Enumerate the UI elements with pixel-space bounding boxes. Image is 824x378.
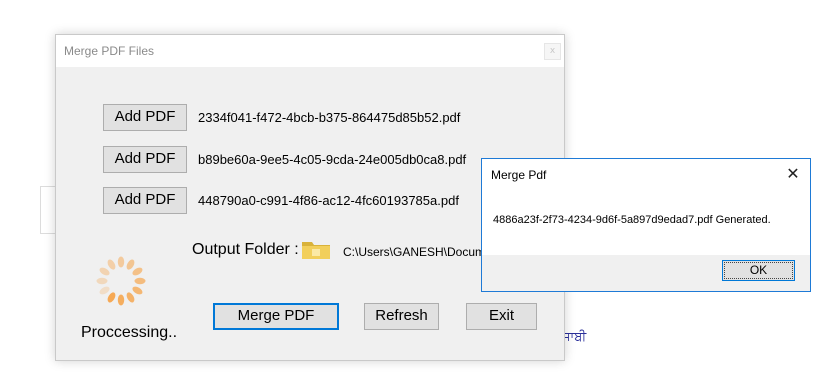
spinner-dot [134,277,146,285]
ok-button[interactable]: OK [722,260,795,281]
window-titlebar: Merge PDF Files x [56,35,564,67]
status-text: Proccessing.. [81,324,178,341]
desktop: ਜਾਬੀ Merge PDF Files x Add PDF 2334f041-… [0,0,824,378]
window-close-button[interactable]: x [544,43,561,60]
loading-spinner-icon [96,256,146,306]
spinner-dot [107,259,116,270]
dialog-message: 4886a23f-2f73-4234-9d6f-5a897d9edad7.pdf… [493,214,771,226]
dialog-title: Merge Pdf [491,168,547,182]
window-title: Merge PDF Files [64,44,155,58]
spinner-dot [117,294,125,306]
file-name-3: 448790a0-c991-4f86-ac12-4fc60193785a.pdf [198,193,459,208]
file-name-1: 2334f041-f472-4bcb-b375-864475d85b52.pdf [198,110,461,125]
spinner-dot [107,292,116,303]
spinner-dot [126,292,135,303]
add-pdf-button-3[interactable]: Add PDF [103,187,187,214]
output-folder-path: C:\Users\GANESH\Documents [343,245,483,259]
folder-icon[interactable] [300,237,332,261]
spinner-dot [99,267,110,276]
file-name-2: b89be60a-9ee5-4c05-9cda-24e005db0ca8.pdf [198,152,467,167]
add-pdf-button-1[interactable]: Add PDF [103,104,187,131]
dialog-close-button[interactable]: ✕ [783,164,803,184]
spinner-dot [96,277,108,285]
spinner-dot [132,286,143,295]
add-pdf-button-2[interactable]: Add PDF [103,146,187,173]
spinner-dot [117,256,125,268]
merge-pdf-button[interactable]: Merge PDF [213,303,339,330]
spinner-dot [126,259,135,270]
output-folder-label: Output Folder : [192,241,299,258]
refresh-button[interactable]: Refresh [364,303,439,330]
spinner-dot [99,286,110,295]
background-text: ਜਾਬੀ [562,330,587,345]
spinner-dot [132,267,143,276]
exit-button[interactable]: Exit [466,303,537,330]
merge-pdf-dialog: Merge Pdf ✕ 4886a23f-2f73-4234-9d6f-5a89… [481,158,811,292]
